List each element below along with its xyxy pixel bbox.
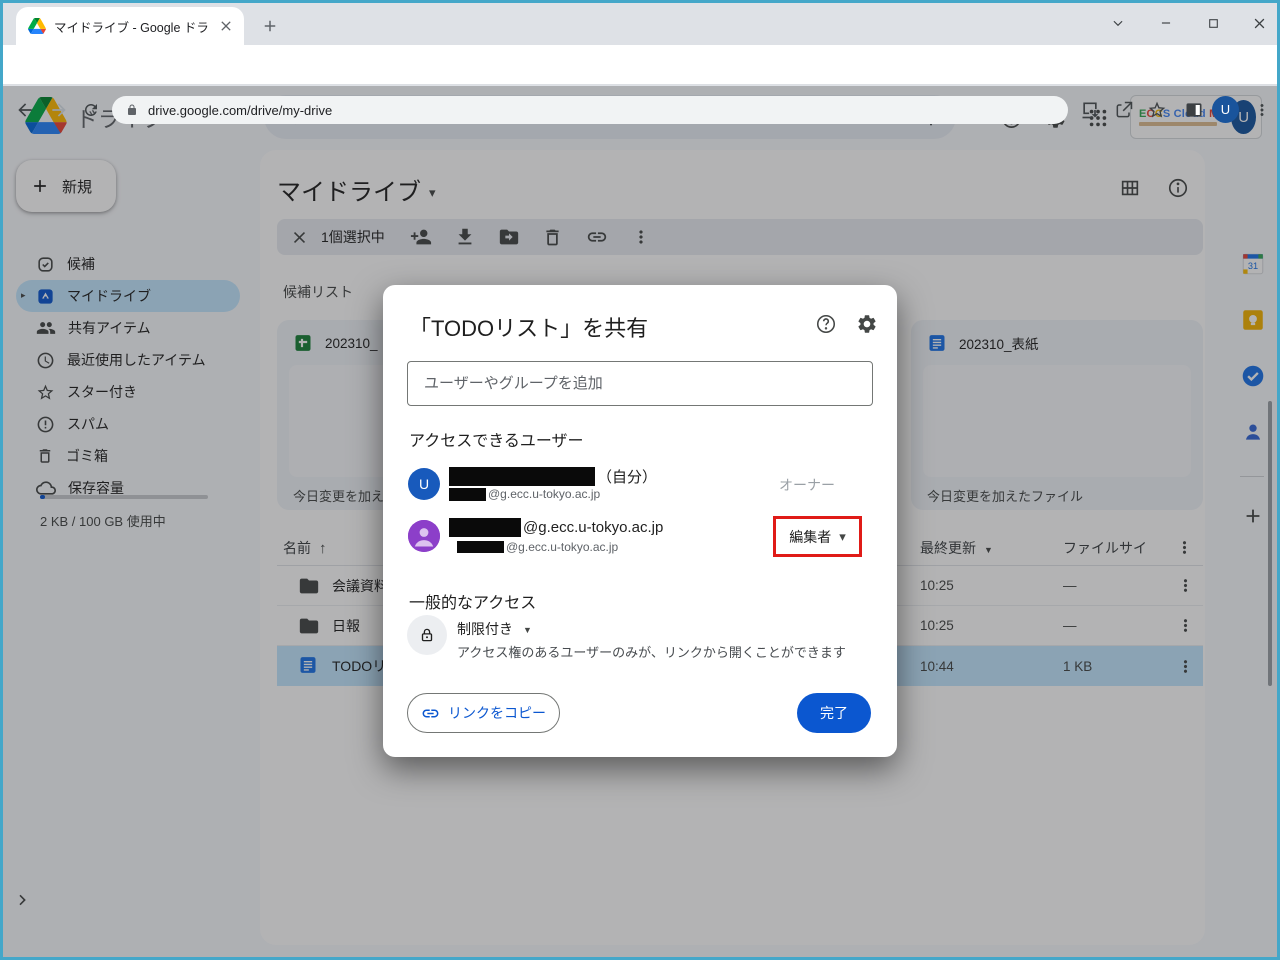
lock-icon [126, 104, 138, 116]
redacted-name [449, 518, 521, 537]
owner-email-line: @g.ecc.u-tokyo.ac.jp [449, 487, 600, 501]
bookmark-star-icon[interactable] [1143, 96, 1171, 124]
editor-avatar [408, 520, 440, 552]
address-bar[interactable]: drive.google.com/drive/my-drive [112, 96, 1068, 124]
done-button[interactable]: 完了 [797, 693, 871, 733]
redacted-name [449, 467, 595, 486]
chevron-down-icon [523, 620, 532, 638]
redacted-email [449, 488, 486, 501]
general-access-label: 一般的なアクセス [409, 589, 536, 613]
drive-favicon-icon [28, 18, 46, 34]
reload-button[interactable] [78, 97, 104, 123]
link-icon [421, 704, 440, 723]
general-access-description: アクセス権のあるユーザーのみが、リンクから開くことができます [457, 642, 846, 661]
browser-toolbar: drive.google.com/drive/my-drive U [0, 45, 1280, 85]
browser-tab[interactable]: マイドライブ - Google ドライブ [16, 7, 244, 45]
owner-avatar: U [408, 468, 440, 500]
window-minimize-button[interactable] [1150, 8, 1182, 38]
browser-menu-icon[interactable] [1248, 96, 1276, 124]
window-close-button[interactable] [1243, 8, 1275, 38]
tab-close-icon[interactable] [218, 18, 234, 34]
browser-avatar[interactable]: U [1212, 96, 1239, 123]
dialog-title: 「TODOリスト」を共有 [409, 311, 648, 343]
editor-role-dropdown-highlighted[interactable]: 編集者 [773, 516, 862, 557]
window-maximize-button[interactable] [1197, 8, 1229, 38]
copy-link-button[interactable]: リンクをコピー [407, 693, 560, 733]
chevron-down-icon [839, 528, 846, 546]
share-settings-gear-icon[interactable] [856, 313, 878, 335]
browser-window: マイドライブ - Google ドライブ [0, 0, 1280, 960]
add-people-input[interactable] [407, 361, 873, 406]
back-button[interactable] [12, 97, 38, 123]
tab-title: マイドライブ - Google ドライブ [54, 17, 210, 36]
lock-icon [418, 626, 436, 644]
share-dialog: 「TODOリスト」を共有 アクセスできるユーザー U （自分） @g.ecc.u… [383, 285, 897, 757]
new-tab-button[interactable] [256, 12, 284, 40]
install-page-icon[interactable] [1076, 96, 1104, 124]
help-icon[interactable] [815, 313, 837, 335]
restricted-lock-circle [407, 615, 447, 655]
share-page-icon[interactable] [1110, 96, 1138, 124]
tab-search-chevron-icon[interactable] [1102, 8, 1134, 38]
general-access-dropdown[interactable]: 制限付き [457, 619, 532, 639]
side-panel-icon[interactable] [1180, 96, 1208, 124]
owner-name-line: （自分） [449, 466, 657, 487]
editor-email-line: @g.ecc.u-tokyo.ac.jp [457, 540, 618, 554]
people-with-access-label: アクセスできるユーザー [409, 427, 584, 451]
tab-strip: マイドライブ - Google ドライブ [0, 0, 1280, 45]
forward-button[interactable] [46, 97, 72, 123]
editor-name-line: @g.ecc.u-tokyo.ac.jp [449, 518, 663, 537]
url-text: drive.google.com/drive/my-drive [148, 103, 332, 118]
owner-role-label: オーナー [779, 475, 835, 495]
redacted-email [457, 541, 504, 553]
